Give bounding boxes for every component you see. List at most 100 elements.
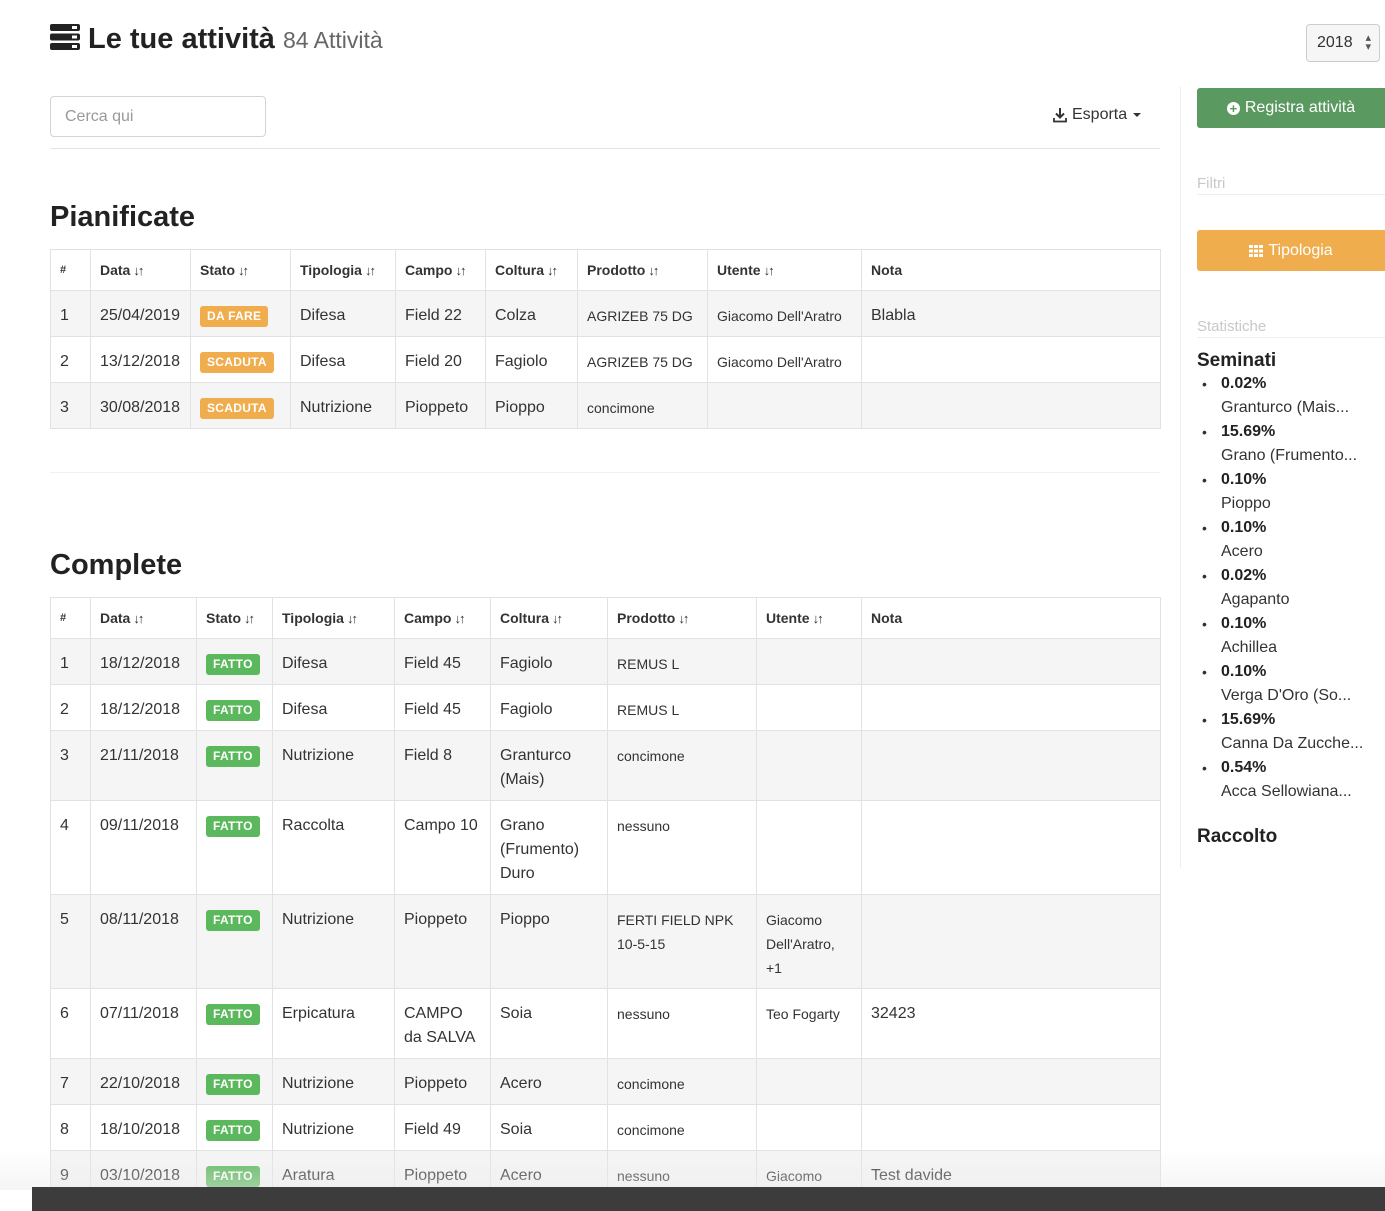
cell-index: 5 [50, 894, 91, 989]
table-row[interactable]: 1 25/04/2019 DA FARE Difesa Field 22 Col… [50, 290, 1161, 337]
sidebar-divider [1180, 86, 1181, 868]
cell-date: 25/04/2019 [90, 290, 191, 337]
raccolto-title: Raccolto [1197, 826, 1278, 847]
cell-product: AGRIZEB 75 DG [577, 336, 708, 383]
cell-date: 22/10/2018 [90, 1058, 197, 1105]
cell-user: Teo Fogarty [756, 988, 862, 1059]
status-badge: FATTO [206, 1074, 260, 1095]
stat-crop: Granturco (Mais... [1221, 399, 1350, 416]
col-data[interactable]: Data ↓↑ [90, 249, 191, 291]
cell-note: Blabla [861, 290, 1161, 337]
col-label: Campo [404, 610, 452, 626]
cell-field: Pioppeto [394, 1058, 491, 1105]
col-utente[interactable]: Utente ↓↑ [707, 249, 862, 291]
cell-note [861, 382, 1161, 429]
cell-crop: Grano (Frumento) Duro [490, 800, 608, 895]
col-prodotto[interactable]: Prodotto ↓↑ [607, 597, 757, 639]
select-arrows-icon: ▴ ▾ [1365, 32, 1371, 53]
cell-type: Nutrizione [272, 894, 395, 989]
divider [50, 148, 1160, 149]
cell-crop: Granturco (Mais) [490, 730, 608, 801]
cell-status: SCADUTA [190, 336, 291, 383]
col-campo[interactable]: Campo ↓↑ [395, 249, 486, 291]
page-title: Le tue attività [88, 23, 275, 55]
cell-type: Erpicatura [272, 988, 395, 1059]
sort-icon: ↓↑ [133, 263, 144, 278]
cell-field: Field 45 [394, 638, 491, 685]
export-button[interactable]: Esporta [1052, 106, 1142, 124]
col-utente[interactable]: Utente ↓↑ [756, 597, 862, 639]
year-select[interactable]: 2018 ▴ ▾ [1306, 24, 1380, 62]
table-row[interactable]: 1 18/12/2018 FATTO Difesa Field 45 Fagio… [50, 638, 1161, 685]
sort-icon: ↓↑ [133, 611, 144, 626]
cell-note [861, 336, 1161, 383]
col-stato[interactable]: Stato ↓↑ [196, 597, 273, 639]
col-data[interactable]: Data ↓↑ [90, 597, 197, 639]
status-badge: FATTO [206, 1166, 260, 1187]
cell-crop: Pioppo [485, 382, 578, 429]
cell-date: 18/10/2018 [90, 1104, 197, 1151]
register-activity-button[interactable]: + Registra attività [1197, 88, 1385, 128]
col-index: # [50, 597, 91, 639]
cell-index: 1 [50, 290, 91, 337]
stat-percent: 0.10% [1221, 519, 1267, 536]
col-label: Prodotto [617, 610, 676, 626]
list-item: • 0.10% Achillea [1197, 612, 1385, 660]
cell-product: nessuno [607, 800, 757, 895]
col-stato[interactable]: Stato ↓↑ [190, 249, 291, 291]
cell-field: Field 49 [394, 1104, 491, 1151]
cell-field: Field 22 [395, 290, 486, 337]
cell-product: concimone [577, 382, 708, 429]
table-row[interactable]: 6 07/11/2018 FATTO Erpicatura CAMPO da S… [50, 988, 1161, 1059]
table-row[interactable]: 8 18/10/2018 FATTO Nutrizione Field 49 S… [50, 1104, 1161, 1151]
cell-index: 3 [50, 730, 91, 801]
col-prodotto[interactable]: Prodotto ↓↑ [577, 249, 708, 291]
cell-note [861, 1058, 1161, 1105]
cell-user [756, 800, 862, 895]
table-row[interactable]: 3 30/08/2018 SCADUTA Nutrizione Pioppeto… [50, 382, 1161, 429]
list-item: • 0.54% Acca Sellowiana... [1197, 756, 1385, 804]
stat-crop: Verga D'Oro (So... [1221, 687, 1352, 704]
cell-date: 21/11/2018 [90, 730, 197, 801]
table-row[interactable]: 5 08/11/2018 FATTO Nutrizione Pioppeto P… [50, 894, 1161, 989]
cell-type: Nutrizione [290, 382, 396, 429]
stat-percent: 0.10% [1221, 663, 1267, 680]
table-row[interactable]: 2 13/12/2018 SCADUTA Difesa Field 20 Fag… [50, 336, 1161, 383]
table-row[interactable]: 7 22/10/2018 FATTO Nutrizione Pioppeto A… [50, 1058, 1161, 1105]
stats-label: Statistiche [1197, 318, 1267, 335]
list-item: • 0.02% Granturco (Mais... [1197, 372, 1385, 420]
cell-note: 32423 [861, 988, 1161, 1059]
col-label: Tipologia [282, 610, 344, 626]
seminati-title: Seminati [1197, 350, 1277, 371]
table-row[interactable]: 4 09/11/2018 FATTO Raccolta Campo 10 Gra… [50, 800, 1161, 895]
col-tipologia[interactable]: Tipologia ↓↑ [272, 597, 395, 639]
col-coltura[interactable]: Coltura ↓↑ [485, 249, 578, 291]
divider [50, 472, 1160, 473]
stat-crop: Acca Sellowiana... [1221, 783, 1352, 800]
register-label: Registra attività [1244, 99, 1356, 116]
cell-type: Nutrizione [272, 1104, 395, 1151]
col-campo[interactable]: Campo ↓↑ [394, 597, 491, 639]
stat-percent: 0.02% [1221, 375, 1267, 392]
search-input[interactable]: Cerca qui [50, 96, 266, 137]
cell-crop: Fagiolo [490, 684, 608, 731]
table-row[interactable]: 3 21/11/2018 FATTO Nutrizione Field 8 Gr… [50, 730, 1161, 801]
col-coltura[interactable]: Coltura ↓↑ [490, 597, 608, 639]
cell-index: 8 [50, 1104, 91, 1151]
col-tipologia[interactable]: Tipologia ↓↑ [290, 249, 396, 291]
table-row[interactable]: 2 18/12/2018 FATTO Difesa Field 45 Fagio… [50, 684, 1161, 731]
sort-icon: ↓↑ [648, 263, 659, 278]
cell-note [861, 894, 1161, 989]
cell-crop: Fagiolo [485, 336, 578, 383]
cell-crop: Pioppo [490, 894, 608, 989]
cell-type: Difesa [290, 290, 396, 337]
col-label: Prodotto [587, 262, 646, 278]
list-item: • 15.69% Canna Da Zucche... [1197, 708, 1385, 756]
cell-product: concimone [607, 1058, 757, 1105]
cell-user [756, 638, 862, 685]
cell-user: Giacomo Dell'Aratro [707, 290, 862, 337]
status-badge: FATTO [206, 700, 260, 721]
tipologia-filter-button[interactable]: Tipologia [1197, 230, 1385, 271]
col-label: Stato [206, 610, 241, 626]
cell-user [756, 730, 862, 801]
